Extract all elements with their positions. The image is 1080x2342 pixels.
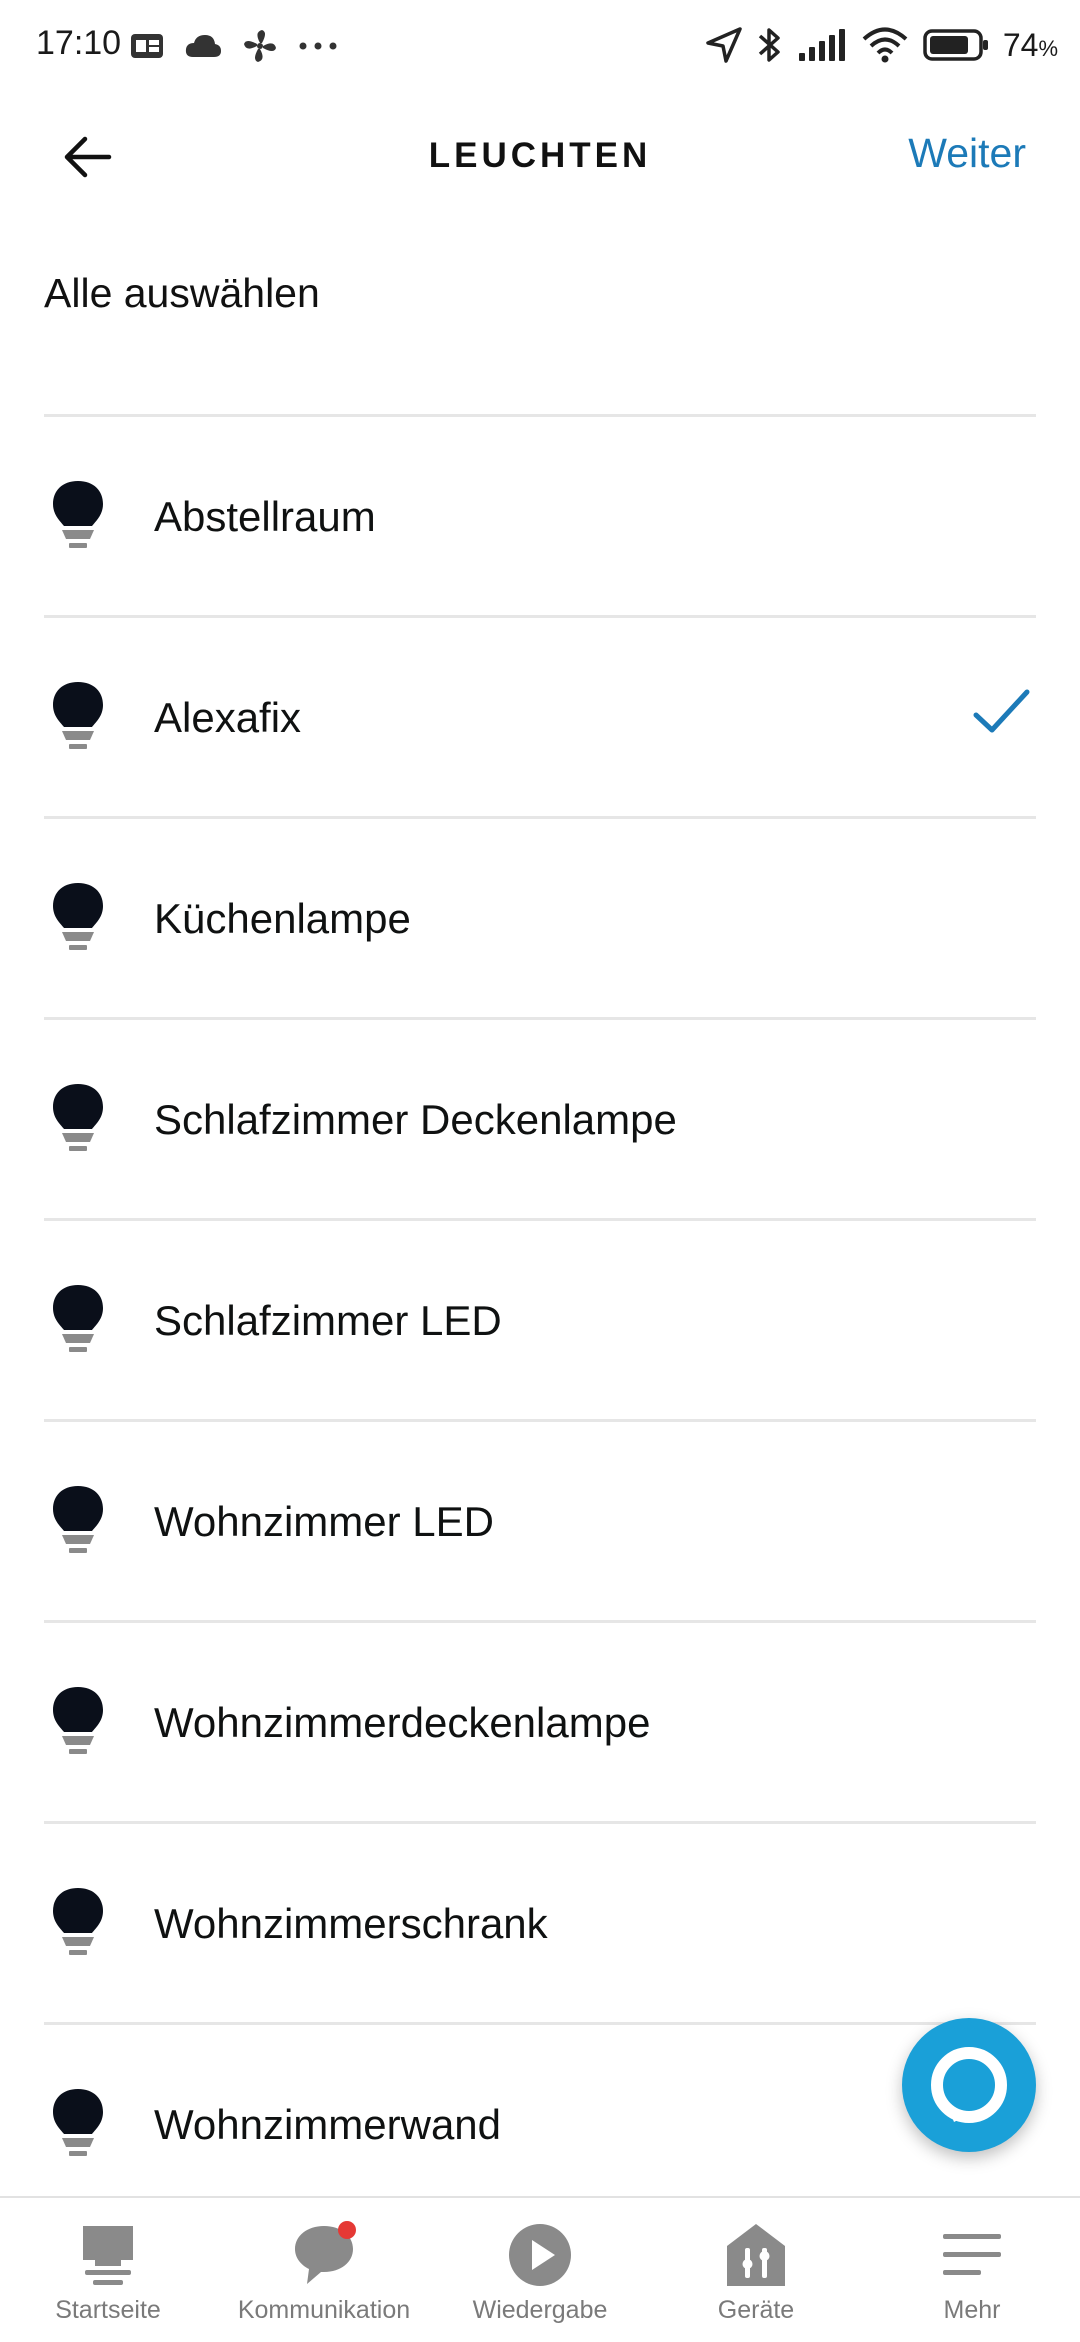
nav-label: Kommunikation bbox=[237, 2296, 411, 2324]
light-bulb-icon bbox=[53, 883, 103, 950]
location-icon bbox=[706, 27, 742, 63]
bluetooth-icon bbox=[758, 28, 780, 62]
device-list-item[interactable]: Alexafix bbox=[0, 618, 1080, 819]
light-bulb-icon bbox=[53, 1084, 103, 1151]
device-list-item[interactable]: Wohnzimmerschrank bbox=[0, 1824, 1080, 2025]
device-list-item[interactable]: Schlafzimmer LED bbox=[0, 1221, 1080, 1422]
light-bulb-icon bbox=[53, 1888, 103, 1955]
status-bar: 17:10 74% bbox=[0, 0, 1080, 92]
device-name: Abstellraum bbox=[154, 493, 376, 540]
nav-label: Mehr bbox=[943, 2296, 1001, 2324]
alexa-button[interactable] bbox=[902, 2018, 1036, 2152]
device-name: Küchenlampe bbox=[154, 895, 411, 942]
nav-kommunikation[interactable]: Kommunikation bbox=[216, 2198, 432, 2342]
checkmark-icon bbox=[973, 689, 1030, 733]
next-button[interactable]: Weiter bbox=[908, 130, 1026, 177]
device-list-item[interactable]: Küchenlampe bbox=[0, 819, 1080, 1020]
device-name: Wohnzimmerwand bbox=[154, 2101, 502, 2148]
light-bulb-icon bbox=[53, 1285, 103, 1352]
bottom-navigation: Startseite Kommunikation Wiedergabe Gerä… bbox=[0, 2196, 1080, 2342]
nav-mehr[interactable]: Mehr bbox=[864, 2198, 1080, 2342]
device-list-item[interactable]: Abstellraum bbox=[0, 417, 1080, 618]
fan-icon bbox=[244, 30, 276, 62]
nav-startseite[interactable]: Startseite bbox=[0, 2198, 216, 2342]
battery-icon bbox=[923, 29, 988, 61]
device-list: Abstellraum Alexafix Küchenlampe Schlafz… bbox=[0, 417, 1080, 2226]
sim-card-icon bbox=[131, 34, 163, 58]
device-name: Alexafix bbox=[154, 694, 302, 741]
nav-label: Geräte bbox=[717, 2296, 795, 2324]
devices-house-icon bbox=[727, 2224, 785, 2286]
light-bulb-icon bbox=[53, 1486, 103, 1553]
device-name: Wohnzimmerschrank bbox=[154, 1900, 548, 1947]
menu-icon bbox=[943, 2234, 1001, 2275]
nav-wiedergabe[interactable]: Wiedergabe bbox=[432, 2198, 648, 2342]
device-name: Schlafzimmer Deckenlampe bbox=[154, 1096, 677, 1143]
device-name: Wohnzimmerdeckenlampe bbox=[154, 1699, 651, 1746]
status-time: 17:10 bbox=[36, 24, 122, 62]
app-bar: LEUCHTEN Weiter bbox=[0, 92, 1080, 222]
cloud-icon bbox=[185, 35, 221, 57]
device-list-item[interactable]: Wohnzimmer LED bbox=[0, 1422, 1080, 1623]
nav-label: Startseite bbox=[55, 2296, 161, 2324]
status-right-icons: 74% bbox=[705, 20, 1058, 70]
device-list-item[interactable]: Wohnzimmerdeckenlampe bbox=[0, 1623, 1080, 1824]
nav-label: Wiedergabe bbox=[472, 2296, 608, 2324]
alexa-icon bbox=[931, 2047, 1007, 2123]
device-name: Wohnzimmer LED bbox=[154, 1498, 494, 1545]
select-all-option[interactable]: Alle auswählen bbox=[44, 270, 320, 317]
home-icon bbox=[83, 2226, 133, 2285]
play-icon bbox=[509, 2224, 571, 2286]
device-list-item[interactable]: Schlafzimmer Deckenlampe bbox=[0, 1020, 1080, 1221]
light-bulb-icon bbox=[53, 1687, 103, 1754]
notification-dot bbox=[338, 2221, 356, 2239]
more-dots-icon bbox=[299, 42, 337, 50]
signal-icon bbox=[798, 29, 845, 61]
wifi-icon bbox=[862, 27, 908, 63]
nav-geraete[interactable]: Geräte bbox=[648, 2198, 864, 2342]
chat-bubble-icon bbox=[295, 2221, 356, 2284]
light-bulb-icon bbox=[53, 2089, 103, 2156]
battery-percentage: 74% bbox=[1002, 26, 1058, 63]
device-name: Schlafzimmer LED bbox=[154, 1297, 502, 1344]
status-left-icons bbox=[130, 26, 338, 66]
light-bulb-icon bbox=[53, 682, 103, 749]
light-bulb-icon bbox=[53, 481, 103, 548]
